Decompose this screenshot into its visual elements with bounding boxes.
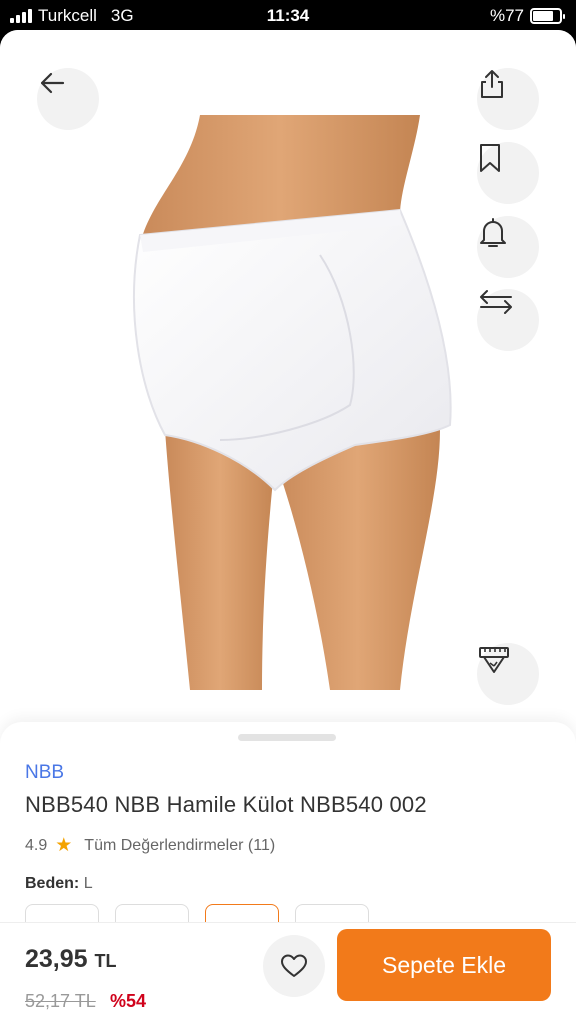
old-price: 52,17 TL (25, 991, 96, 1011)
price-value: 23,95 (25, 945, 88, 973)
product-image[interactable] (0, 30, 576, 730)
product-info-panel: NBB NBB540 NBB Hamile Külot NBB540 002 4… (0, 722, 576, 952)
rating-row[interactable]: 4.9 ★ Tüm Değerlendirmeler (11) (25, 834, 275, 857)
product-title: NBB540 NBB Hamile Külot NBB540 002 (25, 792, 427, 817)
bell-icon (480, 218, 506, 247)
status-bar: Turkcell 3G 11:34 %77 (0, 0, 576, 32)
price-alarm-button[interactable] (477, 216, 539, 278)
heart-icon (281, 954, 307, 977)
current-price: 23,95 TL (25, 945, 117, 974)
bookmark-button[interactable] (477, 142, 539, 204)
purchase-bar: 23,95 TL 52,17 TL %54 Sepete Ekle (0, 922, 576, 1024)
product-sheet: NBB NBB540 NBB Hamile Külot NBB540 002 4… (0, 30, 576, 1024)
size-guide-button[interactable] (477, 643, 539, 705)
favorite-button[interactable] (263, 935, 325, 997)
size-label-text: Beden: (25, 875, 80, 892)
brand-link[interactable]: NBB (25, 762, 64, 784)
drag-handle[interactable] (238, 734, 336, 741)
compare-arrows-icon (480, 290, 512, 314)
add-to-cart-button[interactable]: Sepete Ekle (337, 929, 551, 1001)
share-icon (481, 70, 503, 98)
product-photo (133, 115, 452, 690)
battery-percent: %77 (489, 6, 524, 25)
measuring-tape-icon (479, 647, 509, 673)
status-right: %77 (489, 6, 565, 26)
rating-value: 4.9 (25, 836, 48, 854)
size-label: Beden: L (25, 875, 93, 893)
share-button[interactable] (477, 68, 539, 130)
back-button[interactable] (37, 68, 99, 130)
arrow-left-icon (40, 72, 65, 94)
battery-icon (530, 8, 565, 24)
price-currency: TL (94, 951, 117, 971)
star-icon: ★ (55, 835, 73, 856)
discount-badge: %54 (110, 991, 147, 1011)
reviews-link[interactable]: Tüm Değerlendirmeler (11) (84, 837, 275, 855)
compare-button[interactable] (477, 289, 539, 351)
size-value: L (83, 875, 93, 892)
bookmark-icon (480, 144, 500, 172)
